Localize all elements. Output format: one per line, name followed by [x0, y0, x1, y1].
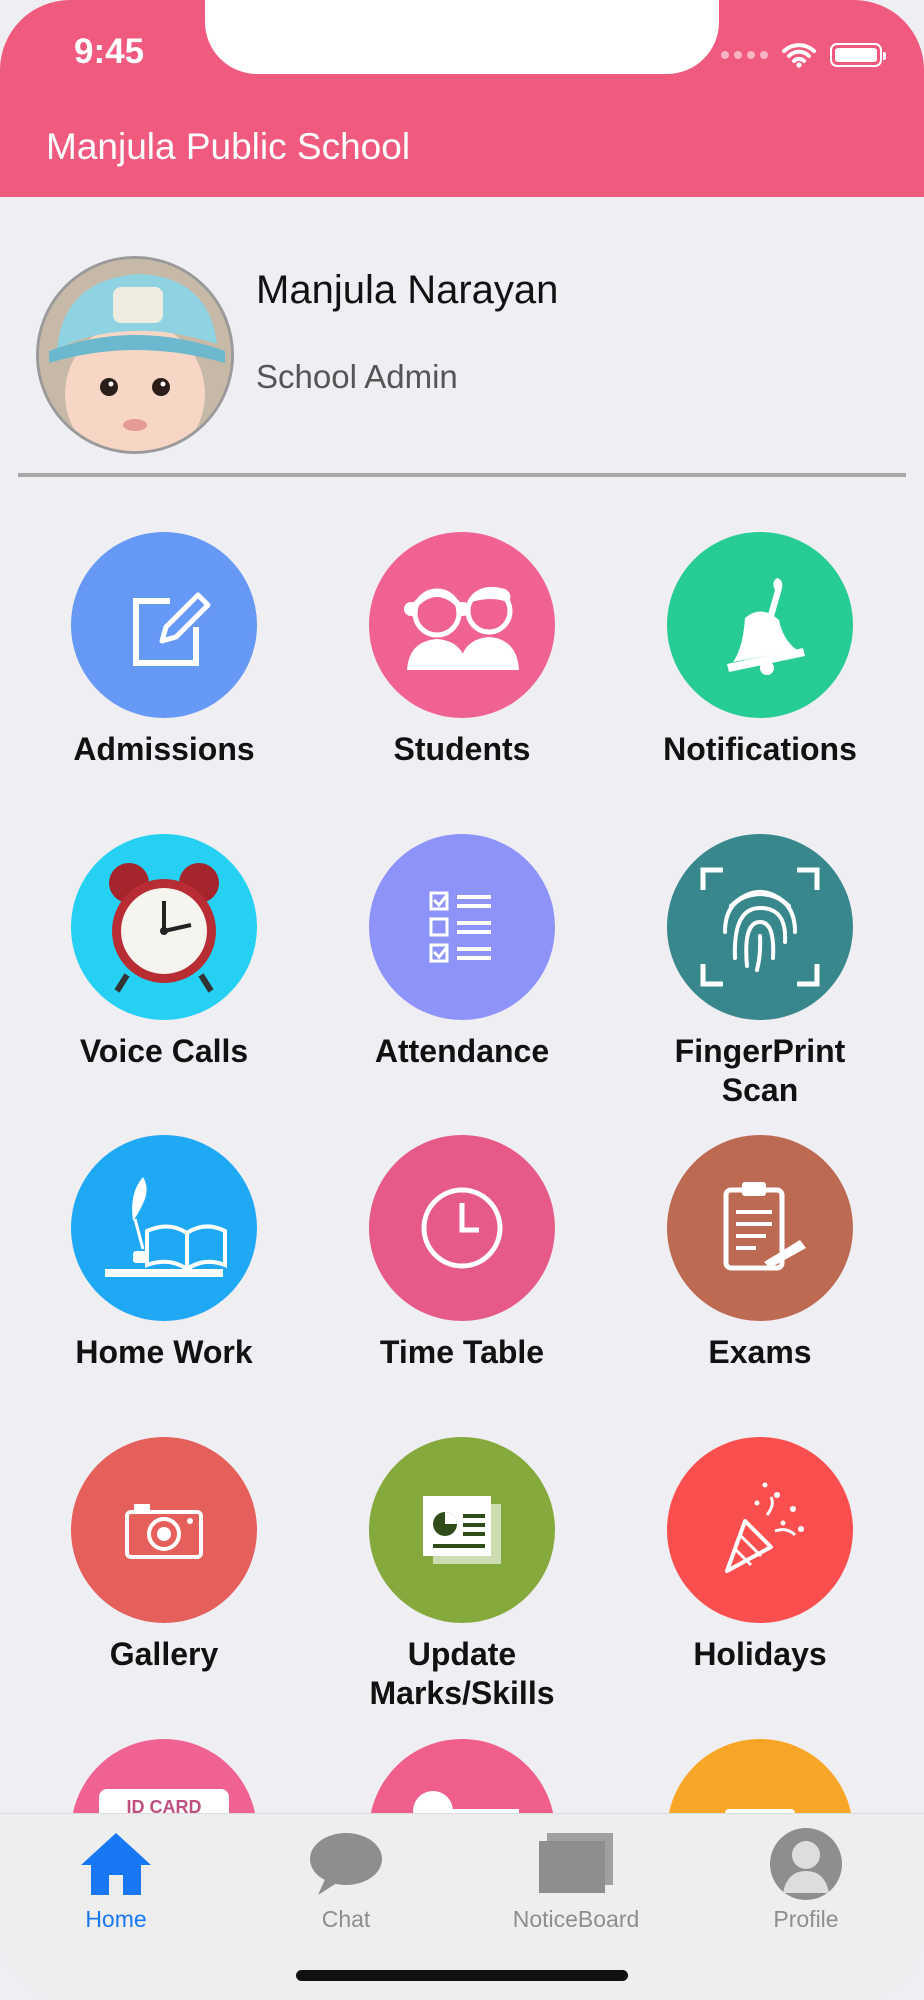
profile-role: School Admin — [256, 358, 458, 395]
tile-voice-calls[interactable]: Voice Calls — [34, 834, 294, 1071]
tab-label: NoticeBoard — [512, 1906, 640, 1932]
phone-screen: 9:45 Manjula Public School Manjula Naray… — [0, 0, 924, 2000]
tile-attendance[interactable]: Attendance — [332, 834, 592, 1071]
tab-chat[interactable]: Chat — [246, 1824, 446, 1933]
tile-label: Home Work — [75, 1334, 253, 1370]
app-title: Manjula Public School — [46, 126, 411, 167]
noticeboard-icon — [476, 1824, 676, 1904]
tile-time-table[interactable]: Time Table — [332, 1135, 592, 1372]
tile-label: Update Marks/Skills — [332, 1635, 592, 1713]
tile-label: Time Table — [379, 1334, 545, 1370]
tile-home-work[interactable]: Home Work — [34, 1135, 294, 1372]
checklist-icon — [429, 891, 491, 963]
tile-label: Exams — [708, 1334, 812, 1370]
admissions-circle[interactable] — [71, 532, 257, 718]
tile-students[interactable]: Students — [332, 532, 592, 769]
tab-noticeboard[interactable]: NoticeBoard — [476, 1824, 676, 1933]
tile-label: Students — [393, 731, 531, 767]
tile-label: Admissions — [73, 731, 255, 767]
students-circle[interactable] — [369, 532, 555, 718]
report-icon — [423, 1496, 501, 1564]
profile-icon — [706, 1824, 906, 1904]
app-header: 9:45 Manjula Public School — [0, 0, 924, 197]
tab-label: Profile — [773, 1906, 839, 1932]
tile-notifications[interactable]: Notifications — [630, 532, 890, 769]
status-icons — [721, 40, 886, 70]
book-quill-icon — [105, 1177, 227, 1277]
tile-label: FingerPrint Scan — [630, 1032, 890, 1110]
camera-icon — [125, 1504, 203, 1559]
attendance-circle[interactable] — [369, 834, 555, 1020]
tile-label: Holidays — [693, 1636, 827, 1672]
fingerprint-label-line2: Scan — [721, 1072, 799, 1108]
tab-home[interactable]: Home — [16, 1824, 216, 1933]
voice-calls-circle[interactable] — [71, 834, 257, 1020]
clipboard-icon — [723, 1182, 806, 1271]
fingerprint-scan-circle[interactable] — [667, 834, 853, 1020]
home-indicator[interactable] — [296, 1970, 628, 1981]
tile-admissions[interactable]: Admissions — [34, 532, 294, 769]
home-work-circle[interactable] — [71, 1135, 257, 1321]
update-label-line2: Marks/Skills — [369, 1675, 555, 1711]
notifications-circle[interactable] — [667, 532, 853, 718]
chat-icon — [246, 1824, 446, 1904]
gallery-circle[interactable] — [71, 1437, 257, 1623]
tile-exams[interactable]: Exams — [630, 1135, 890, 1372]
students-icon — [404, 586, 519, 670]
tile-holidays[interactable]: Holidays — [630, 1437, 890, 1674]
tile-fingerprint-scan[interactable]: FingerPrint Scan — [630, 834, 890, 1110]
tab-label: Chat — [321, 1906, 371, 1932]
profile-name: Manjula Narayan — [256, 268, 559, 312]
tile-label: Attendance — [374, 1033, 550, 1069]
avatar[interactable] — [36, 256, 234, 454]
tab-profile[interactable]: Profile — [706, 1824, 906, 1933]
fingerprint-icon — [700, 867, 820, 987]
alarm-clock-icon — [109, 863, 219, 993]
exams-circle[interactable] — [667, 1135, 853, 1321]
time-table-circle[interactable] — [369, 1135, 555, 1321]
profile-divider — [18, 473, 906, 477]
party-popper-icon — [725, 1482, 804, 1573]
wifi-icon — [782, 42, 816, 68]
edit-icon — [133, 592, 211, 666]
tile-gallery[interactable]: Gallery — [34, 1437, 294, 1674]
device-notch — [205, 0, 719, 74]
tile-label: Voice Calls — [79, 1033, 249, 1069]
clock-icon — [421, 1187, 503, 1269]
tile-label: Gallery — [109, 1636, 219, 1672]
status-time: 9:45 — [74, 32, 145, 71]
holidays-circle[interactable] — [667, 1437, 853, 1623]
signal-icon — [721, 51, 768, 59]
bell-icon — [727, 578, 805, 675]
tab-label: Home — [85, 1906, 147, 1932]
tile-update-marks-skills[interactable]: Update Marks/Skills — [332, 1437, 592, 1713]
fingerprint-label-line1: FingerPrint — [674, 1033, 846, 1069]
tile-label: Notifications — [663, 731, 857, 767]
update-marks-circle[interactable] — [369, 1437, 555, 1623]
home-icon — [16, 1824, 216, 1904]
update-label-line1: Update — [407, 1636, 517, 1672]
battery-icon — [830, 43, 886, 67]
